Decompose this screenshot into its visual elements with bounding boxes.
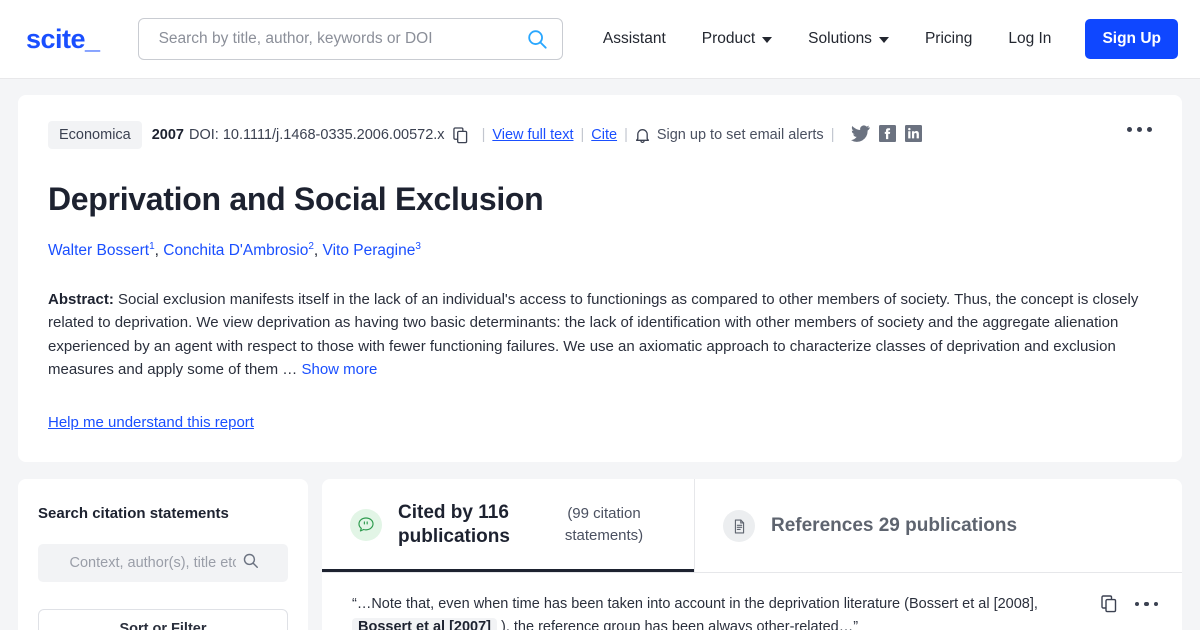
nav-item-login[interactable]: Log In (990, 30, 1069, 48)
document-icon (723, 510, 755, 543)
dot (1134, 601, 1139, 607)
dot (1144, 601, 1149, 607)
author-list: Walter Bossert1, Conchita D'Ambrosio2, V… (48, 240, 1152, 262)
facebook-icon[interactable] (879, 124, 897, 146)
abstract-label: Abstract: (48, 290, 114, 308)
page-body: Economica 2007 DOI: 10.1111/j.1468-0335.… (0, 79, 1200, 462)
citations-panel: Cited by 116 publications (99 citation s… (322, 478, 1182, 630)
nav-item-pricing[interactable]: Pricing (907, 30, 990, 48)
main-nav: Assistant Product Solutions Pricing Log … (585, 19, 1178, 59)
chevron-down-icon (762, 37, 773, 43)
bell-icon[interactable] (635, 127, 650, 144)
author-link-2[interactable]: Conchita D'Ambrosio2 (163, 241, 314, 260)
copy-statement-icon[interactable] (1100, 595, 1117, 618)
nav-label-pricing: Pricing (924, 30, 973, 47)
statement-more-options-button[interactable] (1134, 595, 1158, 607)
lower-section: Search citation statements Sort or Filte… (0, 462, 1200, 630)
social-share-group (851, 124, 923, 146)
nav-label-solutions: Solutions (808, 30, 872, 47)
doi-text: DOI: 10.1111/j.1468-0335.2006.00572.x (189, 127, 445, 143)
statement-citation-chip[interactable]: Bossert et al [2007] (352, 617, 497, 630)
dot (1153, 601, 1158, 607)
nav-label-product: Product (701, 30, 756, 47)
twitter-icon[interactable] (851, 124, 871, 146)
sidebar-heading: Search citation statements (38, 504, 229, 522)
citation-statement-item: “…Note that, even when time has been tak… (322, 573, 1182, 630)
journal-badge[interactable]: Economica (48, 121, 142, 149)
divider: | (624, 127, 628, 143)
dot (1147, 127, 1152, 132)
search-input[interactable] (156, 29, 526, 49)
tab-cited-by[interactable]: Cited by 116 publications (99 citation s… (322, 479, 694, 572)
chevron-down-icon (878, 37, 889, 43)
help-understand-report-link[interactable]: Help me understand this report (48, 414, 254, 431)
tab-cited-by-sub: (99 citation statements) (564, 504, 644, 544)
author-separator: , (313, 242, 323, 260)
author-name: Conchita D'Ambrosio (163, 242, 309, 260)
citation-search-box[interactable] (38, 543, 288, 582)
nav-item-assistant[interactable]: Assistant (585, 30, 684, 48)
dot (1137, 127, 1142, 132)
page-title: Deprivation and Social Exclusion (48, 181, 544, 217)
search-icon[interactable] (526, 28, 548, 50)
nav-label-assistant: Assistant (602, 30, 666, 47)
nav-item-solutions[interactable]: Solutions (790, 30, 907, 48)
sort-filter-label: Sort or Filter (119, 620, 207, 630)
citation-statement-text: “…Note that, even when time has been tak… (352, 593, 1091, 630)
author-affiliation-marker: 3 (415, 241, 421, 252)
abstract-text: Social exclusion manifests itself in the… (48, 290, 1139, 379)
dot (1127, 127, 1132, 132)
author-name: Walter Bossert (48, 242, 150, 260)
divider: | (830, 127, 835, 143)
global-search[interactable] (137, 18, 563, 60)
statement-quote-rest: ), the reference group has been always o… (496, 618, 859, 630)
author-link-3[interactable]: Vito Peragine3 (322, 241, 421, 260)
tab-references-label: References 29 publications (771, 515, 1018, 537)
sort-or-filter-button[interactable]: Sort or Filter (38, 608, 288, 630)
nav-item-product[interactable]: Product (684, 30, 790, 48)
view-full-text-link[interactable]: View full text (492, 127, 573, 143)
email-alerts-link[interactable]: Sign up to set email alerts (657, 127, 824, 143)
cite-link[interactable]: Cite (591, 127, 617, 143)
abstract: Abstract: Social exclusion manifests its… (48, 288, 1152, 382)
publication-year: 2007 (151, 127, 184, 143)
search-icon[interactable] (242, 552, 259, 574)
tab-cited-by-label: Cited by 116 publications (398, 501, 510, 547)
divider: | (481, 127, 486, 143)
paper-more-options-button[interactable] (1121, 121, 1158, 138)
copy-doi-icon[interactable] (452, 126, 468, 144)
author-name: Vito Peragine (322, 242, 416, 260)
tab-references[interactable]: References 29 publications (694, 478, 1047, 572)
author-link-1[interactable]: Walter Bossert1 (48, 241, 155, 260)
site-header: scite_ Assistant Product Solutions Prici… (0, 0, 1200, 79)
paper-metadata-row: Economica 2007 DOI: 10.1111/j.1468-0335.… (48, 121, 1152, 149)
paper-card: Economica 2007 DOI: 10.1111/j.1468-0335.… (18, 95, 1182, 462)
citation-search-input[interactable] (67, 553, 238, 572)
linkedin-icon[interactable] (905, 124, 923, 146)
divider: | (580, 127, 585, 143)
citation-search-sidebar: Search citation statements Sort or Filte… (18, 478, 308, 630)
nav-label-login: Log In (1008, 30, 1052, 47)
quote-bubble-icon (350, 508, 382, 541)
statement-actions (1100, 593, 1158, 630)
statement-quote-open: “…Note that, even when time has been tak… (352, 595, 1038, 612)
tab-bar: Cited by 116 publications (99 citation s… (322, 478, 1182, 573)
show-more-link[interactable]: Show more (301, 361, 377, 378)
author-separator: , (154, 242, 164, 260)
scite-logo[interactable]: scite_ (26, 24, 110, 55)
sign-up-button[interactable]: Sign Up (1085, 19, 1178, 59)
